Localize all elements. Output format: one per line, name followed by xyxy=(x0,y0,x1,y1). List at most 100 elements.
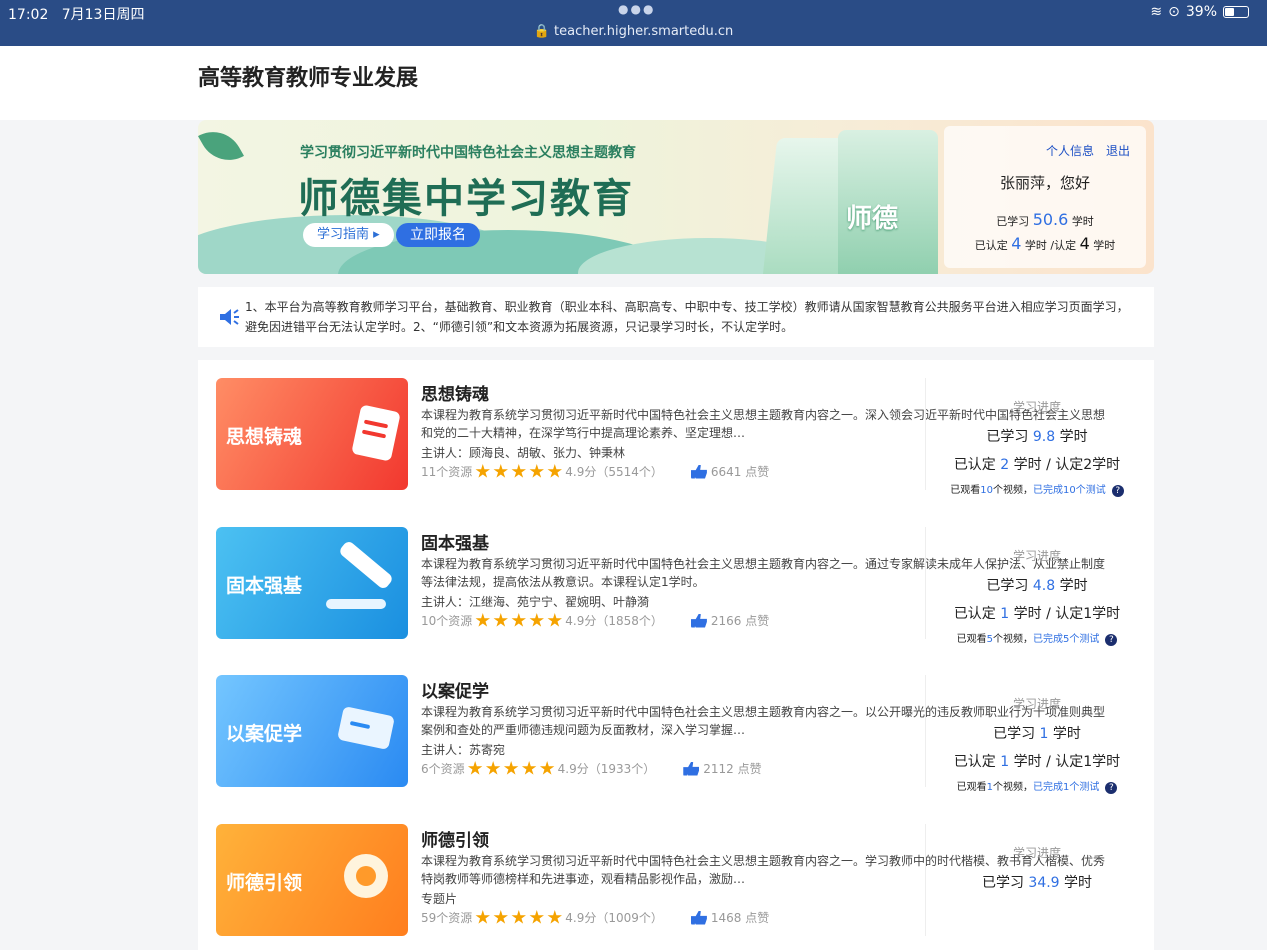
logout-link[interactable]: 退出 xyxy=(1106,142,1130,159)
rating-score: 4.9分（1009个） xyxy=(565,911,663,925)
like-button[interactable]: 2112 点赞 xyxy=(683,760,762,777)
studied-hours: 已学习 9.8 学时 xyxy=(986,429,1088,445)
course-progress: 学习进度 已学习 34.9 学时 xyxy=(926,824,1148,936)
help-icon[interactable]: ? xyxy=(1105,782,1118,794)
course-title[interactable]: 以案促学 xyxy=(421,677,489,702)
hero-banner[interactable]: 师德 学习贯彻习近平新时代中国特色社会主义思想主题教育 师德集中学习教育 学习指… xyxy=(198,120,1154,274)
resource-count: 10个资源 xyxy=(421,614,473,628)
star-icon xyxy=(467,761,483,775)
completion-summary: 已观看5个视频，已完成5个测试? xyxy=(926,630,1148,646)
help-icon[interactable]: ? xyxy=(1105,634,1118,646)
study-guide-button[interactable]: 学习指南 ▸ xyxy=(303,223,394,247)
star-icon xyxy=(475,613,490,627)
notice-bar: 1、本平台为高等教育教师学习平台，基础教育、职业教育（职业本科、高职高专、中职中… xyxy=(198,287,1154,347)
certified-hours: 已认定 2 学时 / 认定2学时 xyxy=(953,457,1121,473)
resource-count: 59个资源 xyxy=(421,911,473,925)
course-thumbnail[interactable]: 固本强基 xyxy=(216,527,408,639)
user-panel: 个人信息 退出 张丽萍，您好 已学习 50.6 学时 已认定 4 学时 /认定 … xyxy=(944,126,1146,268)
studied-hours: 已学习 34.9 学时 xyxy=(981,875,1093,891)
personal-info-link[interactable]: 个人信息 xyxy=(1046,142,1094,159)
course-thumbnail[interactable]: 师德引领 xyxy=(216,824,408,936)
gavel-icon xyxy=(337,539,395,591)
progress-header: 学习进度 xyxy=(1012,697,1061,711)
course-card[interactable]: 以案促学 以案促学 本课程为教育系统学习贯彻习近平新时代中国特色社会主义思想主题… xyxy=(198,657,1154,794)
status-right: ≋ ⊙ 39% xyxy=(1150,4,1249,20)
course-lecturers: 主讲人：江继海、苑宁宁、翟婉明、叶静漪 xyxy=(421,595,650,609)
progress-header: 学习进度 xyxy=(1012,846,1061,860)
banner-book-text: 师德 xyxy=(846,204,899,234)
thumbnail-label: 以案促学 xyxy=(226,723,303,745)
course-card[interactable]: 思想铸魂 思想铸魂 本课程为教育系统学习贯彻习近平新时代中国特色社会主义思想主题… xyxy=(198,360,1154,497)
thumbnail-label: 固本强基 xyxy=(226,575,303,597)
star-icon xyxy=(521,761,537,775)
user-certified-hours: 已认定 4 学时 /认定 4 学时 xyxy=(974,234,1116,253)
course-lecturers: 专题片 xyxy=(421,892,458,906)
help-icon[interactable]: ? xyxy=(1111,485,1124,497)
star-icon xyxy=(511,613,526,627)
like-button[interactable]: 1468 点赞 xyxy=(690,909,769,926)
rotation-lock-icon: ⊙ xyxy=(1168,4,1180,20)
certified-hours: 已认定 1 学时 / 认定1学时 xyxy=(953,754,1121,770)
course-meta: 11个资源 4.9分（5514个） 6641 点赞 xyxy=(421,463,769,480)
course-meta: 10个资源 4.9分（1858个） 2166 点赞 xyxy=(421,612,769,629)
wifi-icon: ≋ xyxy=(1150,4,1163,20)
rating-score: 4.9分（1858个） xyxy=(565,614,663,628)
notice-text: 1、本平台为高等教育教师学习平台，基础教育、职业教育（职业本科、高职高专、中职中… xyxy=(245,300,1129,334)
star-icon xyxy=(529,910,544,924)
resource-count: 6个资源 xyxy=(421,762,465,776)
progress-header: 学习进度 xyxy=(1012,400,1061,414)
gavel-base xyxy=(326,599,386,609)
course-card[interactable]: 师德引领 师德引领 本课程为教育系统学习贯彻习近平新时代中国特色社会主义思想主题… xyxy=(198,806,1154,936)
user-greeting: 张丽萍，您好 xyxy=(999,174,1090,192)
star-icon xyxy=(547,464,562,478)
star-icon xyxy=(511,464,526,478)
star-icon xyxy=(485,761,501,775)
studied-hours: 已学习 4.8 学时 xyxy=(986,578,1088,594)
site-title[interactable]: 高等教育教师专业发展 xyxy=(198,60,418,92)
completion-summary: 已观看10个视频，已完成10个测试? xyxy=(926,481,1148,497)
course-title[interactable]: 固本强基 xyxy=(421,529,489,554)
like-button[interactable]: 6641 点赞 xyxy=(690,463,769,480)
course-title[interactable]: 师德引领 xyxy=(421,826,489,851)
thumbs-up-icon xyxy=(690,910,707,925)
battery-percent: 39% xyxy=(1185,4,1217,20)
star-icon xyxy=(511,910,526,924)
certified-hours: 已认定 1 学时 / 认定1学时 xyxy=(953,606,1121,622)
resource-count: 11个资源 xyxy=(421,465,473,479)
like-button[interactable]: 2166 点赞 xyxy=(690,612,769,629)
completion-summary: 已观看1个视频，已完成1个测试? xyxy=(926,778,1148,794)
star-icon xyxy=(539,761,555,775)
enroll-button[interactable]: 立即报名 xyxy=(396,223,480,247)
rating-stars xyxy=(475,613,562,628)
star-icon xyxy=(493,613,508,627)
course-thumbnail[interactable]: 思想铸魂 xyxy=(216,378,408,490)
rating-stars xyxy=(475,910,562,925)
rating-stars xyxy=(467,761,555,776)
rating-stars xyxy=(475,464,562,479)
rating-score: 4.9分（1933个） xyxy=(557,762,656,776)
thumbs-up-icon xyxy=(690,464,707,479)
star-icon xyxy=(547,910,562,924)
status-time: 17:02 7月13日周四 xyxy=(8,7,145,23)
battery-icon xyxy=(1223,6,1249,18)
thumbs-up-icon xyxy=(690,613,707,628)
course-meta: 6个资源 4.9分（1933个） 2112 点赞 xyxy=(421,760,762,777)
course-title[interactable]: 思想铸魂 xyxy=(421,380,489,405)
course-progress: 学习进度 已学习 4.8 学时 已认定 1 学时 / 认定1学时 已观看5个视频… xyxy=(926,527,1148,646)
course-progress: 学习进度 已学习 1 学时 已认定 1 学时 / 认定1学时 已观看1个视频，已… xyxy=(926,675,1148,794)
star-icon xyxy=(475,464,490,478)
star-icon xyxy=(475,910,490,924)
address-bar[interactable]: 🔒 teacher.higher.smartedu.cn xyxy=(0,24,1267,39)
course-lecturers: 主讲人：苏寄宛 xyxy=(421,743,506,757)
course-lecturers: 主讲人：顾海良、胡敏、张力、钟秉林 xyxy=(421,446,626,460)
banner-title: 师德集中学习教育 xyxy=(298,176,634,222)
course-thumbnail[interactable]: 以案促学 xyxy=(216,675,408,787)
status-bar: 17:02 7月13日周四 ●●● 🔒 teacher.higher.smart… xyxy=(0,0,1267,46)
course-card[interactable]: 固本强基 固本强基 本课程为教育系统学习贯彻习近平新时代中国特色社会主义思想主题… xyxy=(198,509,1154,646)
course-meta: 59个资源 4.9分（1009个） 1468 点赞 xyxy=(421,909,769,926)
thumbs-up-icon xyxy=(683,761,700,776)
medal-center xyxy=(356,866,376,886)
star-icon xyxy=(529,613,544,627)
studied-hours: 已学习 1 学时 xyxy=(993,726,1081,742)
more-dots-icon[interactable]: ●●● xyxy=(618,2,655,16)
